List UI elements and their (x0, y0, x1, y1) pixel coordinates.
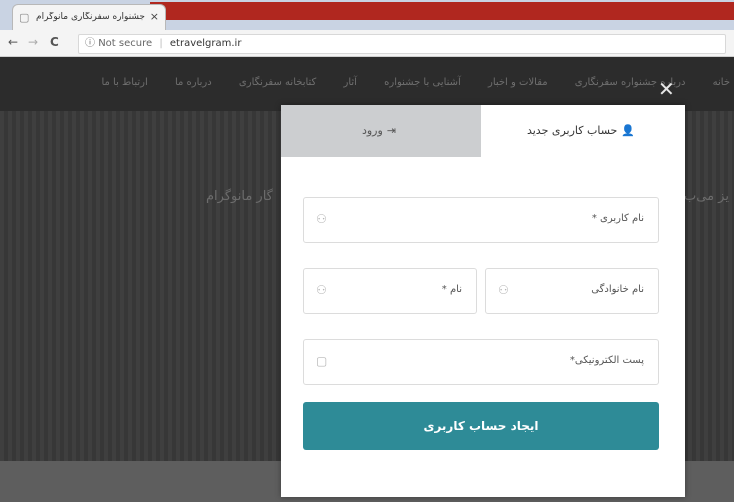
back-arrow-icon[interactable]: ← (8, 35, 18, 49)
signup-modal: ورود ⇥ حساب کاربری جدید 👤 نام کاربری * ⚇ ن… (281, 105, 685, 497)
close-icon[interactable]: ✕ (658, 77, 675, 101)
site-navbar: خانه درباره جشنواره سفرنگاری مقالات و اخ… (0, 57, 734, 111)
browser-tab[interactable]: ▢ جشنواره سفرنگاری مانوگرام × (12, 4, 166, 31)
security-label: Not secure (98, 38, 153, 49)
firstname-placeholder: نام * (441, 284, 462, 295)
login-icon: ⇥ (386, 124, 397, 137)
user-icon: ⚇ (498, 283, 509, 297)
email-placeholder: پست الکترونیکی* (569, 355, 644, 366)
lastname-placeholder: نام خانوادگی (591, 284, 644, 295)
nav-item[interactable]: خانه (713, 77, 730, 88)
nav-item[interactable]: آشنایی با جشنواره (384, 77, 461, 88)
nav-item[interactable]: مقالات و اخبار (488, 77, 548, 88)
tab-close-icon[interactable]: × (150, 10, 159, 23)
page-icon: ▢ (19, 11, 30, 24)
hero-text: یز می‌ب (684, 189, 729, 204)
tab-signup-label: حساب کاربری جدید (526, 124, 618, 137)
tab-signup[interactable]: حساب کاربری جدید 👤 (481, 105, 685, 157)
email-field[interactable]: پست الکترونیکی* ▢ (303, 339, 659, 385)
browser-tab-strip: ▢ جشنواره سفرنگاری مانوگرام × (0, 0, 734, 31)
hero-text: گار مانوگرام (206, 189, 273, 204)
tab-title: جشنواره سفرنگاری مانوگرام (36, 12, 145, 22)
nav-item[interactable]: درباره ما (175, 77, 212, 88)
reload-icon[interactable]: C (50, 35, 59, 49)
envelope-icon: ▢ (316, 354, 328, 368)
forward-arrow-icon[interactable]: → (28, 35, 38, 49)
page-viewport: خانه درباره جشنواره سفرنگاری مقالات و اخ… (0, 57, 734, 502)
tab-login[interactable]: ورود ⇥ (281, 105, 481, 157)
user-icon: ⚇ (316, 212, 327, 226)
nav-item[interactable]: ارتباط با ما (101, 77, 147, 88)
address-bar: ← → C ⓘ Not secure | etravelgram.ir (0, 30, 734, 57)
username-placeholder: نام کاربری * (591, 213, 644, 224)
tab-login-label: ورود (361, 124, 383, 137)
username-field[interactable]: نام کاربری * ⚇ (303, 197, 659, 243)
firstname-field[interactable]: نام * ⚇ (303, 268, 477, 314)
url-field[interactable]: ⓘ Not secure | etravelgram.ir (78, 34, 726, 54)
url-text: etravelgram.ir (169, 38, 242, 49)
info-icon[interactable]: ⓘ (85, 38, 95, 49)
background-tabs (150, 2, 734, 20)
nav-item[interactable]: آثار (344, 77, 357, 88)
user-icon: ⚇ (316, 283, 327, 297)
nav-item[interactable]: کتابخانه سفرنگاری (239, 77, 316, 88)
user-add-icon: 👤 (621, 124, 636, 137)
site-nav-items: خانه درباره جشنواره سفرنگاری مقالات و اخ… (70, 77, 730, 88)
create-account-button[interactable]: ایجاد حساب کاربری (303, 402, 659, 450)
lastname-field[interactable]: نام خانوادگی ⚇ (485, 268, 659, 314)
